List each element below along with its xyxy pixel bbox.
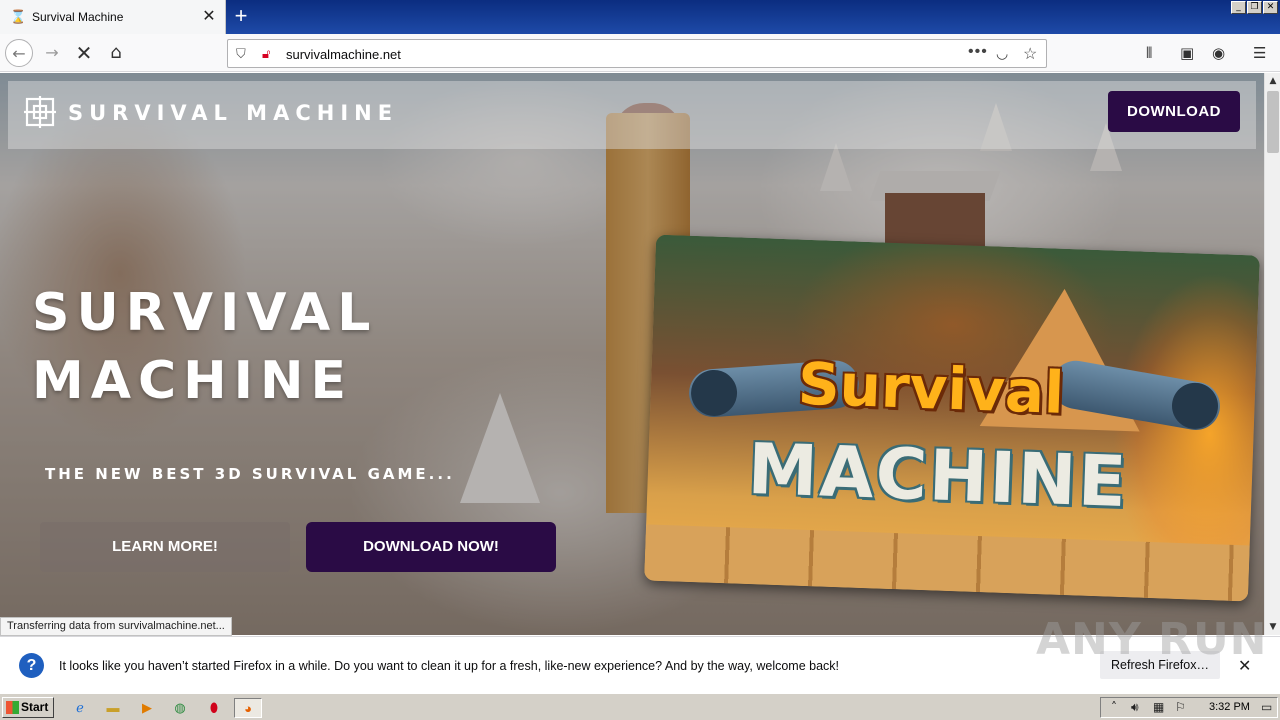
- insecure-connection-icon[interactable]: 🔓︎: [262, 46, 270, 62]
- taskbar: Start ℯ ▬ ▶ ◍ ⬮ ◕ ˄ 🔊︎ ▦ ⚐ 3:32 PM ▭: [0, 693, 1280, 720]
- tab-strip: ⌛ Survival Machine ✕ + _ ❐ ✕: [0, 0, 1280, 34]
- forward-button[interactable]: →: [38, 39, 66, 67]
- scroll-thumb[interactable]: [1267, 91, 1279, 153]
- show-desktop-icon[interactable]: ▭: [1261, 700, 1272, 714]
- key-art-title-top: Survival: [796, 349, 1066, 427]
- system-tray: ˄ 🔊︎ ▦ ⚐ 3:32 PM ▭: [1100, 697, 1278, 718]
- restore-button[interactable]: ❐: [1247, 1, 1262, 14]
- bookmark-star-icon[interactable]: ☆: [1023, 44, 1037, 64]
- tab-title: Survival Machine: [32, 10, 124, 24]
- back-button[interactable]: ←: [5, 39, 33, 67]
- new-tab-button[interactable]: +: [228, 3, 254, 29]
- web-content: SURVIVAL MACHINE DOWNLOAD SURVIVAL MACHI…: [0, 73, 1264, 635]
- tray-expand-icon[interactable]: ˄: [1111, 700, 1117, 714]
- page-actions-menu-icon[interactable]: •••: [968, 43, 988, 61]
- minimize-button[interactable]: _: [1231, 1, 1246, 14]
- site-header: SURVIVAL MACHINE DOWNLOAD: [8, 81, 1256, 149]
- vertical-scrollbar[interactable]: ▲ ▼: [1264, 73, 1280, 635]
- clock: 3:32 PM: [1209, 701, 1250, 713]
- stop-loading-button[interactable]: ✕: [70, 39, 98, 67]
- network-icon[interactable]: ▦: [1153, 700, 1164, 714]
- url-text[interactable]: survivalmachine.net: [286, 47, 401, 62]
- site-brand[interactable]: SURVIVAL MACHINE: [68, 101, 398, 125]
- header-download-button[interactable]: DOWNLOAD: [1108, 91, 1240, 132]
- address-bar[interactable]: ⛉ 🔓︎ survivalmachine.net ••• ◡ ☆: [227, 39, 1047, 68]
- question-icon: ?: [19, 653, 44, 678]
- close-window-button[interactable]: ✕: [1263, 1, 1278, 14]
- start-label: Start: [21, 700, 49, 714]
- media-player-icon[interactable]: ▶: [137, 698, 157, 718]
- anyrun-watermark: ANY RUN: [1036, 614, 1268, 665]
- internet-explorer-icon[interactable]: ℯ: [70, 698, 90, 718]
- sidebar-icon[interactable]: ▣: [1180, 44, 1194, 62]
- tab-close-icon[interactable]: ✕: [199, 7, 219, 27]
- hourglass-icon: ⌛: [10, 9, 27, 24]
- windows-logo-icon: [6, 701, 19, 714]
- action-center-flag-icon[interactable]: ⚐: [1175, 700, 1186, 714]
- status-bar: Transferring data from survivalmachine.n…: [0, 617, 232, 636]
- library-icon[interactable]: ⫴: [1146, 44, 1152, 62]
- hamburger-menu-icon[interactable]: ☰: [1253, 44, 1266, 62]
- game-key-art: Survival MACHINE: [644, 234, 1260, 602]
- scroll-up-icon[interactable]: ▲: [1265, 73, 1280, 89]
- logo-icon[interactable]: [24, 96, 56, 128]
- window-controls: _ ❐ ✕: [1231, 1, 1278, 14]
- hero-title: SURVIVAL MACHINE: [32, 279, 377, 415]
- account-icon[interactable]: ◉: [1212, 44, 1225, 62]
- pocket-icon[interactable]: ◡: [996, 45, 1008, 62]
- start-button[interactable]: Start: [2, 697, 54, 718]
- tab-survival-machine[interactable]: ⌛ Survival Machine ✕: [0, 0, 226, 34]
- home-button[interactable]: ⌂: [102, 39, 130, 67]
- download-now-button[interactable]: DOWNLOAD NOW!: [306, 522, 556, 572]
- notification-message: It looks like you haven’t started Firefo…: [59, 659, 840, 673]
- volume-icon[interactable]: 🔊︎: [1131, 700, 1139, 715]
- key-art-title-bottom: MACHINE: [746, 427, 1130, 524]
- chrome-icon[interactable]: ◍: [170, 698, 190, 718]
- tracking-shield-icon[interactable]: ⛉: [236, 46, 246, 62]
- hero-title-line1: SURVIVAL: [32, 283, 378, 343]
- navigation-toolbar: ← → ✕ ⌂ ⛉ 🔓︎ survivalmachine.net ••• ◡ ☆…: [0, 34, 1280, 72]
- hero-title-line2: MACHINE: [32, 351, 354, 411]
- folder-icon[interactable]: ▬: [103, 698, 123, 718]
- firefox-taskbar-icon[interactable]: ◕: [234, 698, 262, 718]
- opera-icon[interactable]: ⬮: [204, 698, 224, 718]
- hero-subtitle: THE NEW BEST 3D SURVIVAL GAME...: [45, 465, 455, 483]
- learn-more-button[interactable]: LEARN MORE!: [40, 522, 290, 572]
